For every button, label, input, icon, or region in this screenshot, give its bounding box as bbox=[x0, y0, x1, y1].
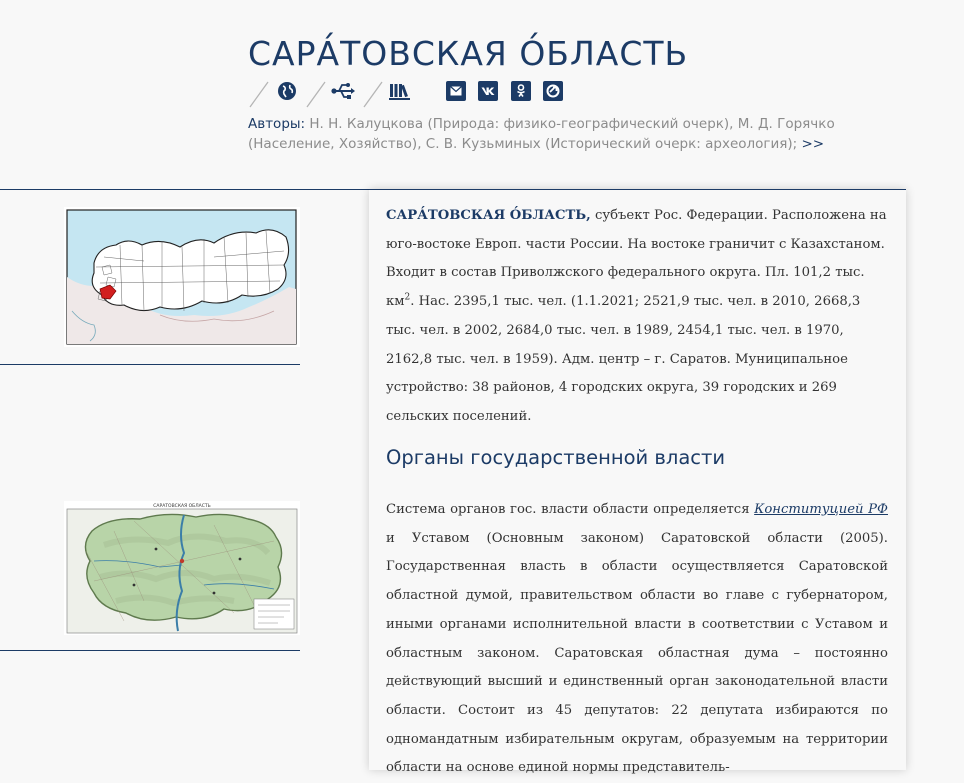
share-mail-button[interactable] bbox=[446, 81, 466, 101]
share-vk-button[interactable] bbox=[478, 81, 498, 101]
section-paragraph: Система органов гос. власти области опре… bbox=[386, 496, 888, 783]
article-card: САРА́ТОВСКАЯ О́БЛАСТЬ, субъект Рос. Феде… bbox=[369, 189, 906, 775]
share-link-button[interactable] bbox=[543, 81, 563, 101]
saratov-map-image: САРАТОВСКАЯ ОБЛАСТЬ bbox=[64, 501, 300, 635]
section-text: Система органов гос. власти области опре… bbox=[386, 502, 750, 517]
usb-icon[interactable] bbox=[330, 78, 356, 104]
globe-icon[interactable] bbox=[274, 78, 300, 104]
odnoklassniki-icon bbox=[517, 84, 525, 97]
constitution-link[interactable]: Конституцией РФ bbox=[754, 502, 888, 517]
figure-divider bbox=[0, 650, 300, 651]
authors-more-link[interactable]: >> bbox=[802, 136, 825, 152]
link-icon bbox=[546, 84, 560, 98]
authors-label: Авторы: bbox=[248, 116, 306, 132]
share-odnoklassniki-button[interactable] bbox=[511, 81, 531, 101]
russia-locator-map[interactable] bbox=[64, 207, 300, 347]
separator-slash bbox=[363, 81, 383, 108]
map-caption: САРАТОВСКАЯ ОБЛАСТЬ bbox=[153, 503, 210, 509]
saratov-region-map[interactable]: САРАТОВСКАЯ ОБЛАСТЬ bbox=[64, 501, 300, 635]
article-intro: САРА́ТОВСКАЯ О́БЛАСТЬ, субъект Рос. Феде… bbox=[386, 202, 888, 432]
figure-divider bbox=[0, 364, 300, 365]
section-text-2: и Уставом (Основным законом) Саратовской… bbox=[386, 530, 888, 776]
separator-slash bbox=[306, 81, 326, 108]
section-heading: Органы государственной власти bbox=[386, 446, 726, 469]
separator-slash bbox=[249, 81, 269, 108]
divider bbox=[0, 189, 369, 190]
page-title: САРА́ТОВСКАЯ О́БЛАСТЬ bbox=[248, 34, 689, 73]
mail-icon bbox=[450, 86, 462, 96]
vk-icon bbox=[481, 87, 495, 95]
article-intro-text-2: . Нас. 2395,1 тыс. чел. (1.1.2021; 2521,… bbox=[386, 294, 861, 424]
books-icon[interactable] bbox=[387, 78, 413, 104]
authors-text: Н. Н. Калуцкова (Природа: физико-географ… bbox=[248, 116, 835, 152]
article-lead-term: САРА́ТОВСКАЯ О́БЛАСТЬ, bbox=[386, 208, 591, 223]
authors-line: Авторы: Н. Н. Калуцкова (Природа: физико… bbox=[248, 114, 868, 154]
russia-map-image bbox=[66, 209, 297, 345]
